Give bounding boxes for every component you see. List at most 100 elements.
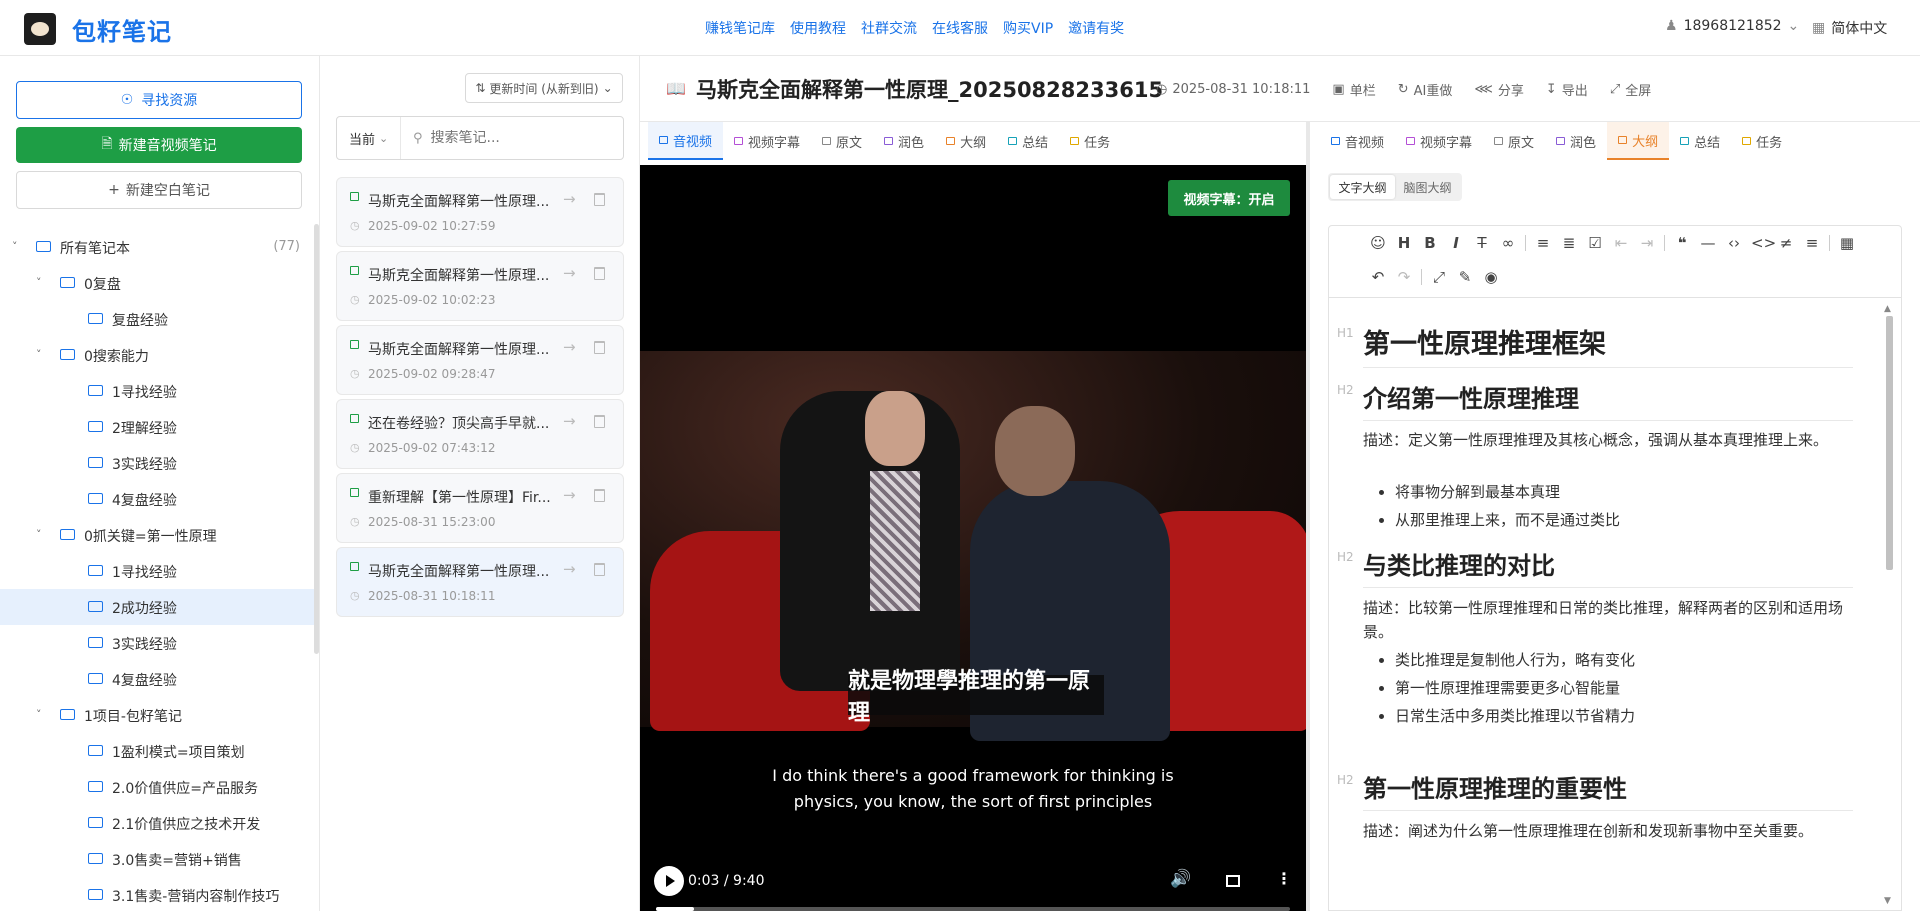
tab-2[interactable]: 原文 — [811, 122, 873, 160]
italic-icon[interactable]: I — [1447, 234, 1465, 252]
text-outline-tab[interactable]: 文字大纲 — [1330, 175, 1395, 199]
fullscreen-icon[interactable] — [1226, 875, 1240, 887]
video-player[interactable]: 就是物理學推理的第一原理 I do think there's a good f… — [640, 165, 1306, 911]
insert-after-icon[interactable]: ≡ — [1803, 234, 1821, 252]
chevron-down-icon[interactable]: ˅ — [36, 708, 48, 721]
move-arrow-icon[interactable]: → — [563, 190, 576, 208]
tab-1[interactable]: 视频字幕 — [723, 122, 811, 160]
tab-3[interactable]: 润色 — [1545, 122, 1607, 160]
tree-item[interactable]: 2成功经验 — [0, 589, 314, 625]
tree-item[interactable]: ˅ 0搜索能力 — [0, 337, 314, 373]
redo-icon[interactable]: ↷ — [1395, 268, 1413, 286]
tab-0[interactable]: 音视频 — [648, 122, 724, 160]
move-arrow-icon[interactable]: → — [563, 264, 576, 282]
bold-icon[interactable]: B — [1421, 234, 1439, 252]
export-button[interactable]: ↧ 导出 — [1546, 80, 1588, 99]
emoji-icon[interactable]: ☺ — [1369, 234, 1387, 252]
nav-link-support[interactable]: 在线客服 — [932, 18, 988, 38]
tab-4[interactable]: 大纲 — [935, 122, 997, 160]
scope-select[interactable]: 当前 ⌄ — [337, 117, 401, 159]
tab-6[interactable]: 任务 — [1731, 122, 1793, 160]
move-arrow-icon[interactable]: → — [563, 412, 576, 430]
trash-icon[interactable] — [594, 267, 605, 280]
editor-scrollbar[interactable]: ▲ ▼ — [1884, 304, 1894, 906]
tree-item[interactable]: ˅ 0复盘 — [0, 265, 314, 301]
horizontal-rule-icon[interactable]: — — [1699, 234, 1717, 252]
new-av-note-button[interactable]: 🗎 新建音视频笔记 — [16, 127, 302, 163]
heading-icon[interactable]: H — [1395, 234, 1413, 252]
move-arrow-icon[interactable]: → — [563, 338, 576, 356]
scroll-up-icon[interactable]: ▲ — [1884, 304, 1891, 314]
trash-icon[interactable] — [594, 415, 605, 428]
volume-icon[interactable]: 🔊 — [1170, 869, 1191, 889]
tab-5[interactable]: 总结 — [1669, 122, 1731, 160]
tab-5[interactable]: 总结 — [997, 122, 1059, 160]
fullscreen-editor-icon[interactable]: ⤢ — [1430, 268, 1448, 286]
nav-link-invite[interactable]: 邀请有奖 — [1068, 18, 1124, 38]
user-menu[interactable]: ♟ 18968121852 ⌄ — [1665, 18, 1799, 34]
note-card[interactable]: 马斯克全面解释第一性原理... ◷ 2025-09-02 09:28:47 → — [336, 325, 624, 395]
nav-link-money-library[interactable]: 赚钱笔记库 — [705, 18, 775, 38]
checklist-icon[interactable]: ☑ — [1586, 234, 1604, 252]
chevron-down-icon[interactable]: ˅ — [36, 348, 48, 361]
tree-item[interactable]: 2.1价值供应之技术开发 — [0, 805, 314, 841]
app-logo[interactable] — [24, 13, 56, 45]
ai-redo-button[interactable]: ↻ AI重做 — [1398, 80, 1453, 99]
note-card[interactable]: 重新理解【第一性原理】Fir... ◷ 2025-08-31 15:23:00 → — [336, 473, 624, 543]
sort-dropdown[interactable]: ⇅ 更新时间 (从新到旧) ⌄ — [465, 73, 623, 103]
single-column-button[interactable]: ▣ 单栏 — [1332, 80, 1375, 99]
move-arrow-icon[interactable]: → — [563, 486, 576, 504]
tab-1[interactable]: 视频字幕 — [1395, 122, 1483, 160]
strikethrough-icon[interactable]: T — [1473, 234, 1491, 252]
move-arrow-icon[interactable]: → — [563, 560, 576, 578]
tab-0[interactable]: 音视频 — [1320, 122, 1395, 160]
tab-6[interactable]: 任务 — [1059, 122, 1121, 160]
note-card[interactable]: 马斯克全面解释第一性原理... ◷ 2025-09-02 10:27:59 → — [336, 177, 624, 247]
fullscreen-button[interactable]: ⤢ 全屏 — [1610, 80, 1651, 99]
link-icon[interactable]: ∞ — [1499, 234, 1517, 252]
play-button[interactable] — [654, 866, 684, 896]
scroll-thumb[interactable] — [1886, 316, 1893, 570]
tree-item[interactable]: 3实践经验 — [0, 445, 314, 481]
scroll-down-icon[interactable]: ▼ — [1884, 896, 1891, 906]
quote-icon[interactable]: ❝ — [1673, 234, 1691, 252]
code-block-icon[interactable]: <> — [1751, 234, 1776, 252]
subtitle-toggle-button[interactable]: 视频字幕：开启 — [1168, 180, 1290, 216]
language-switch[interactable]: ▦ 简体中文 — [1812, 18, 1887, 38]
tree-item[interactable]: 3.1售卖-营销内容制作技巧 — [0, 877, 314, 913]
note-card[interactable]: 马斯克全面解释第一性原理... ◷ 2025-09-02 10:02:23 → — [336, 251, 624, 321]
insert-before-icon[interactable]: ≠ — [1777, 234, 1795, 252]
tab-3[interactable]: 润色 — [873, 122, 935, 160]
chevron-down-icon[interactable]: ˅ — [36, 276, 48, 289]
more-options-icon[interactable]: ⋮ — [1276, 869, 1292, 888]
undo-icon[interactable]: ↶ — [1369, 268, 1387, 286]
tree-item[interactable]: 1寻找经验 — [0, 373, 314, 409]
table-icon[interactable]: ▦ — [1838, 234, 1856, 252]
indent-icon[interactable]: ⇥ — [1638, 234, 1656, 252]
share-button[interactable]: ⋘ 分享 — [1474, 80, 1524, 99]
tree-item[interactable]: ˅ 0抓关键=第一性原理 — [0, 517, 314, 553]
note-card[interactable]: 还在卷经验？顶尖高手早就... ◷ 2025-09-02 07:43:12 → — [336, 399, 624, 469]
new-blank-note-button[interactable]: + 新建空白笔记 — [16, 171, 302, 209]
nav-link-buy-vip[interactable]: 购买VIP — [1003, 18, 1053, 38]
brand-name[interactable]: 包籽笔记 — [72, 12, 172, 47]
tree-item[interactable]: ˅ 1项目-包籽笔记 — [0, 697, 314, 733]
tree-item[interactable]: 4复盘经验 — [0, 661, 314, 697]
trash-icon[interactable] — [594, 563, 605, 576]
tree-item[interactable]: 复盘经验 — [0, 301, 314, 337]
tab-2[interactable]: 原文 — [1483, 122, 1545, 160]
numbered-list-icon[interactable]: ≣ — [1560, 234, 1578, 252]
search-input[interactable] — [430, 130, 611, 146]
tree-item[interactable]: 1盈利模式=项目策划 — [0, 733, 314, 769]
mindmap-outline-tab[interactable]: 脑图大纲 — [1395, 175, 1460, 199]
tab-4[interactable]: 大纲 — [1607, 122, 1670, 160]
tree-item[interactable]: 3实践经验 — [0, 625, 314, 661]
chevron-down-icon[interactable]: ˅ — [12, 240, 24, 253]
tree-item[interactable]: 3.0售卖=营销+销售 — [0, 841, 314, 877]
edit-mode-icon[interactable]: ✎ — [1456, 268, 1474, 286]
inline-code-icon[interactable]: ‹› — [1725, 234, 1743, 252]
note-title[interactable]: 马斯克全面解释第一性原理_20250828233615 — [696, 74, 1163, 104]
outdent-icon[interactable]: ⇤ — [1612, 234, 1630, 252]
tree-item[interactable]: 4复盘经验 — [0, 481, 314, 517]
note-card[interactable]: 马斯克全面解释第一性原理... ◷ 2025-08-31 10:18:11 → — [336, 547, 624, 617]
